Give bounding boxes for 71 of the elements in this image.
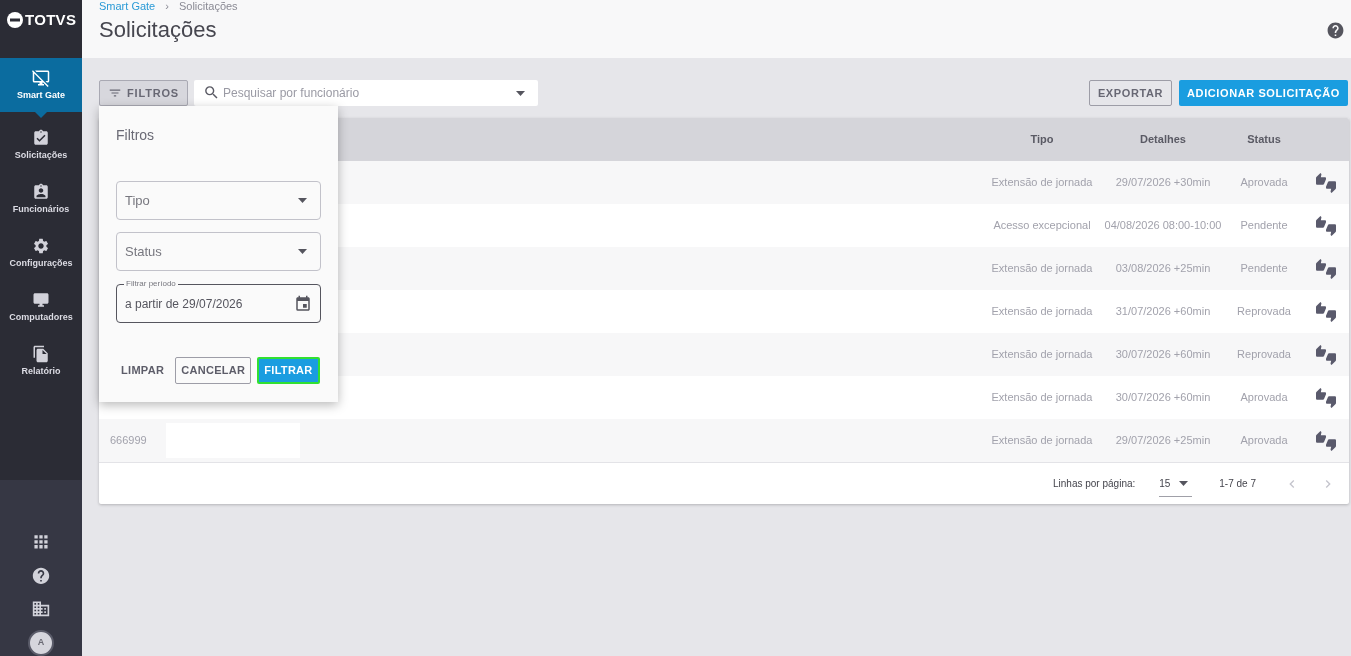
table-cell-text: Aprovada (1239, 433, 1289, 449)
files-icon (32, 345, 50, 363)
column-header: Detalhes (1139, 132, 1187, 148)
breadcrumb-current: Solicitações (178, 0, 238, 12)
dropdown-caret-icon (516, 91, 525, 96)
thumbs-up-down-icon[interactable] (1316, 430, 1336, 451)
column-header: Status (1246, 132, 1282, 148)
table-cell-text: Extensão de jornada (990, 390, 1094, 406)
calendar-icon[interactable] (294, 295, 312, 313)
sidebar-item[interactable]: Smart Gate (0, 58, 82, 112)
thumbs-up-down-icon[interactable] (1316, 215, 1336, 236)
table-cell-text: 31/07/2026 +60min (1114, 304, 1212, 320)
table-cell-text: Extensão de jornada (990, 304, 1094, 320)
clipboard-check-icon (32, 129, 50, 147)
table-cell-text: Acesso excepcional (992, 218, 1092, 234)
table-cell-text: Reprovada (1236, 304, 1292, 320)
sidebar-item[interactable]: Solicitações (0, 118, 82, 172)
table-cell-text: 03/08/2026 +25min (1114, 261, 1212, 277)
popover-title: Filtros (116, 127, 156, 143)
sidebar-item[interactable]: Relatório (0, 334, 82, 388)
toolbar-button[interactable]: EXPORTAR (1088, 80, 1173, 106)
page-title: Solicitações (99, 17, 217, 43)
id-badge-icon (32, 183, 50, 201)
logo-icon (7, 12, 23, 28)
thumbs-up-down-icon[interactable] (1316, 387, 1336, 408)
table-cell-text: Pendente (1239, 261, 1289, 277)
popover-button[interactable]: CANCELAR (175, 357, 252, 384)
monitor-icon (32, 291, 50, 309)
table-cell-text: Extensão de jornada (990, 175, 1094, 191)
search-icon (203, 84, 220, 101)
table-cell-text: 666999 (109, 433, 148, 449)
popover-button[interactable]: LIMPAR (116, 357, 170, 384)
table-cell-text: Reprovada (1236, 347, 1292, 363)
table-cell-text: 29/07/2026 +30min (1114, 175, 1212, 191)
table-cell-text: Extensão de jornada (990, 347, 1094, 363)
thumbs-up-down-icon[interactable] (1316, 301, 1336, 322)
table-cell-text: 30/07/2026 +60min (1114, 390, 1212, 406)
table-cell-text: Aprovada (1239, 390, 1289, 406)
active-pointer-icon (35, 112, 47, 118)
thumbs-up-down-icon[interactable] (1316, 172, 1336, 193)
slashed-monitor-icon (32, 69, 50, 87)
page-range: 1-7 de 7 (1219, 477, 1256, 491)
rows-per-page-label: Linhas por página: (1053, 477, 1136, 491)
help-icon[interactable] (31, 565, 51, 586)
date-field[interactable]: Filtrar período a partir de 29/07/2026 (116, 279, 321, 323)
table-cell-text: 30/07/2026 +60min (1114, 347, 1212, 363)
help-icon[interactable] (1326, 20, 1345, 40)
avatar[interactable]: A (28, 630, 54, 656)
filter-button[interactable]: FILTROS (99, 80, 188, 106)
dropdown-caret-icon (298, 249, 307, 254)
table-cell-text: 29/07/2026 +25min (1114, 433, 1212, 449)
select-field[interactable]: Status (116, 232, 321, 271)
breadcrumb-separator: › (165, 0, 169, 12)
rows-per-page-select[interactable]: 15 (1159, 470, 1193, 497)
table-cell-text: Extensão de jornada (990, 261, 1094, 277)
sidebar-item[interactable]: Configurações (0, 226, 82, 280)
thumbs-up-down-icon[interactable] (1316, 344, 1336, 365)
building-icon[interactable] (31, 599, 51, 619)
sidebar-item[interactable]: Computadores (0, 280, 82, 334)
select-field[interactable]: Tipo (116, 181, 321, 220)
search-field[interactable]: Pesquisar por funcionário (194, 80, 538, 106)
table-cell-text: Extensão de jornada (990, 433, 1094, 449)
table-cell-text: Pendente (1239, 218, 1289, 234)
column-header: Tipo (1029, 132, 1055, 148)
thumbs-up-down-icon[interactable] (1316, 258, 1336, 279)
table-cell-text: 04/08/2026 08:00-10:00 (1103, 218, 1223, 234)
sidebar-item[interactable]: Funcionários (0, 172, 82, 226)
table-cell-text: Aprovada (1239, 175, 1289, 191)
logo-text: TOTVS (25, 12, 77, 28)
dropdown-caret-icon (1179, 480, 1189, 486)
settings-icon (32, 237, 50, 255)
